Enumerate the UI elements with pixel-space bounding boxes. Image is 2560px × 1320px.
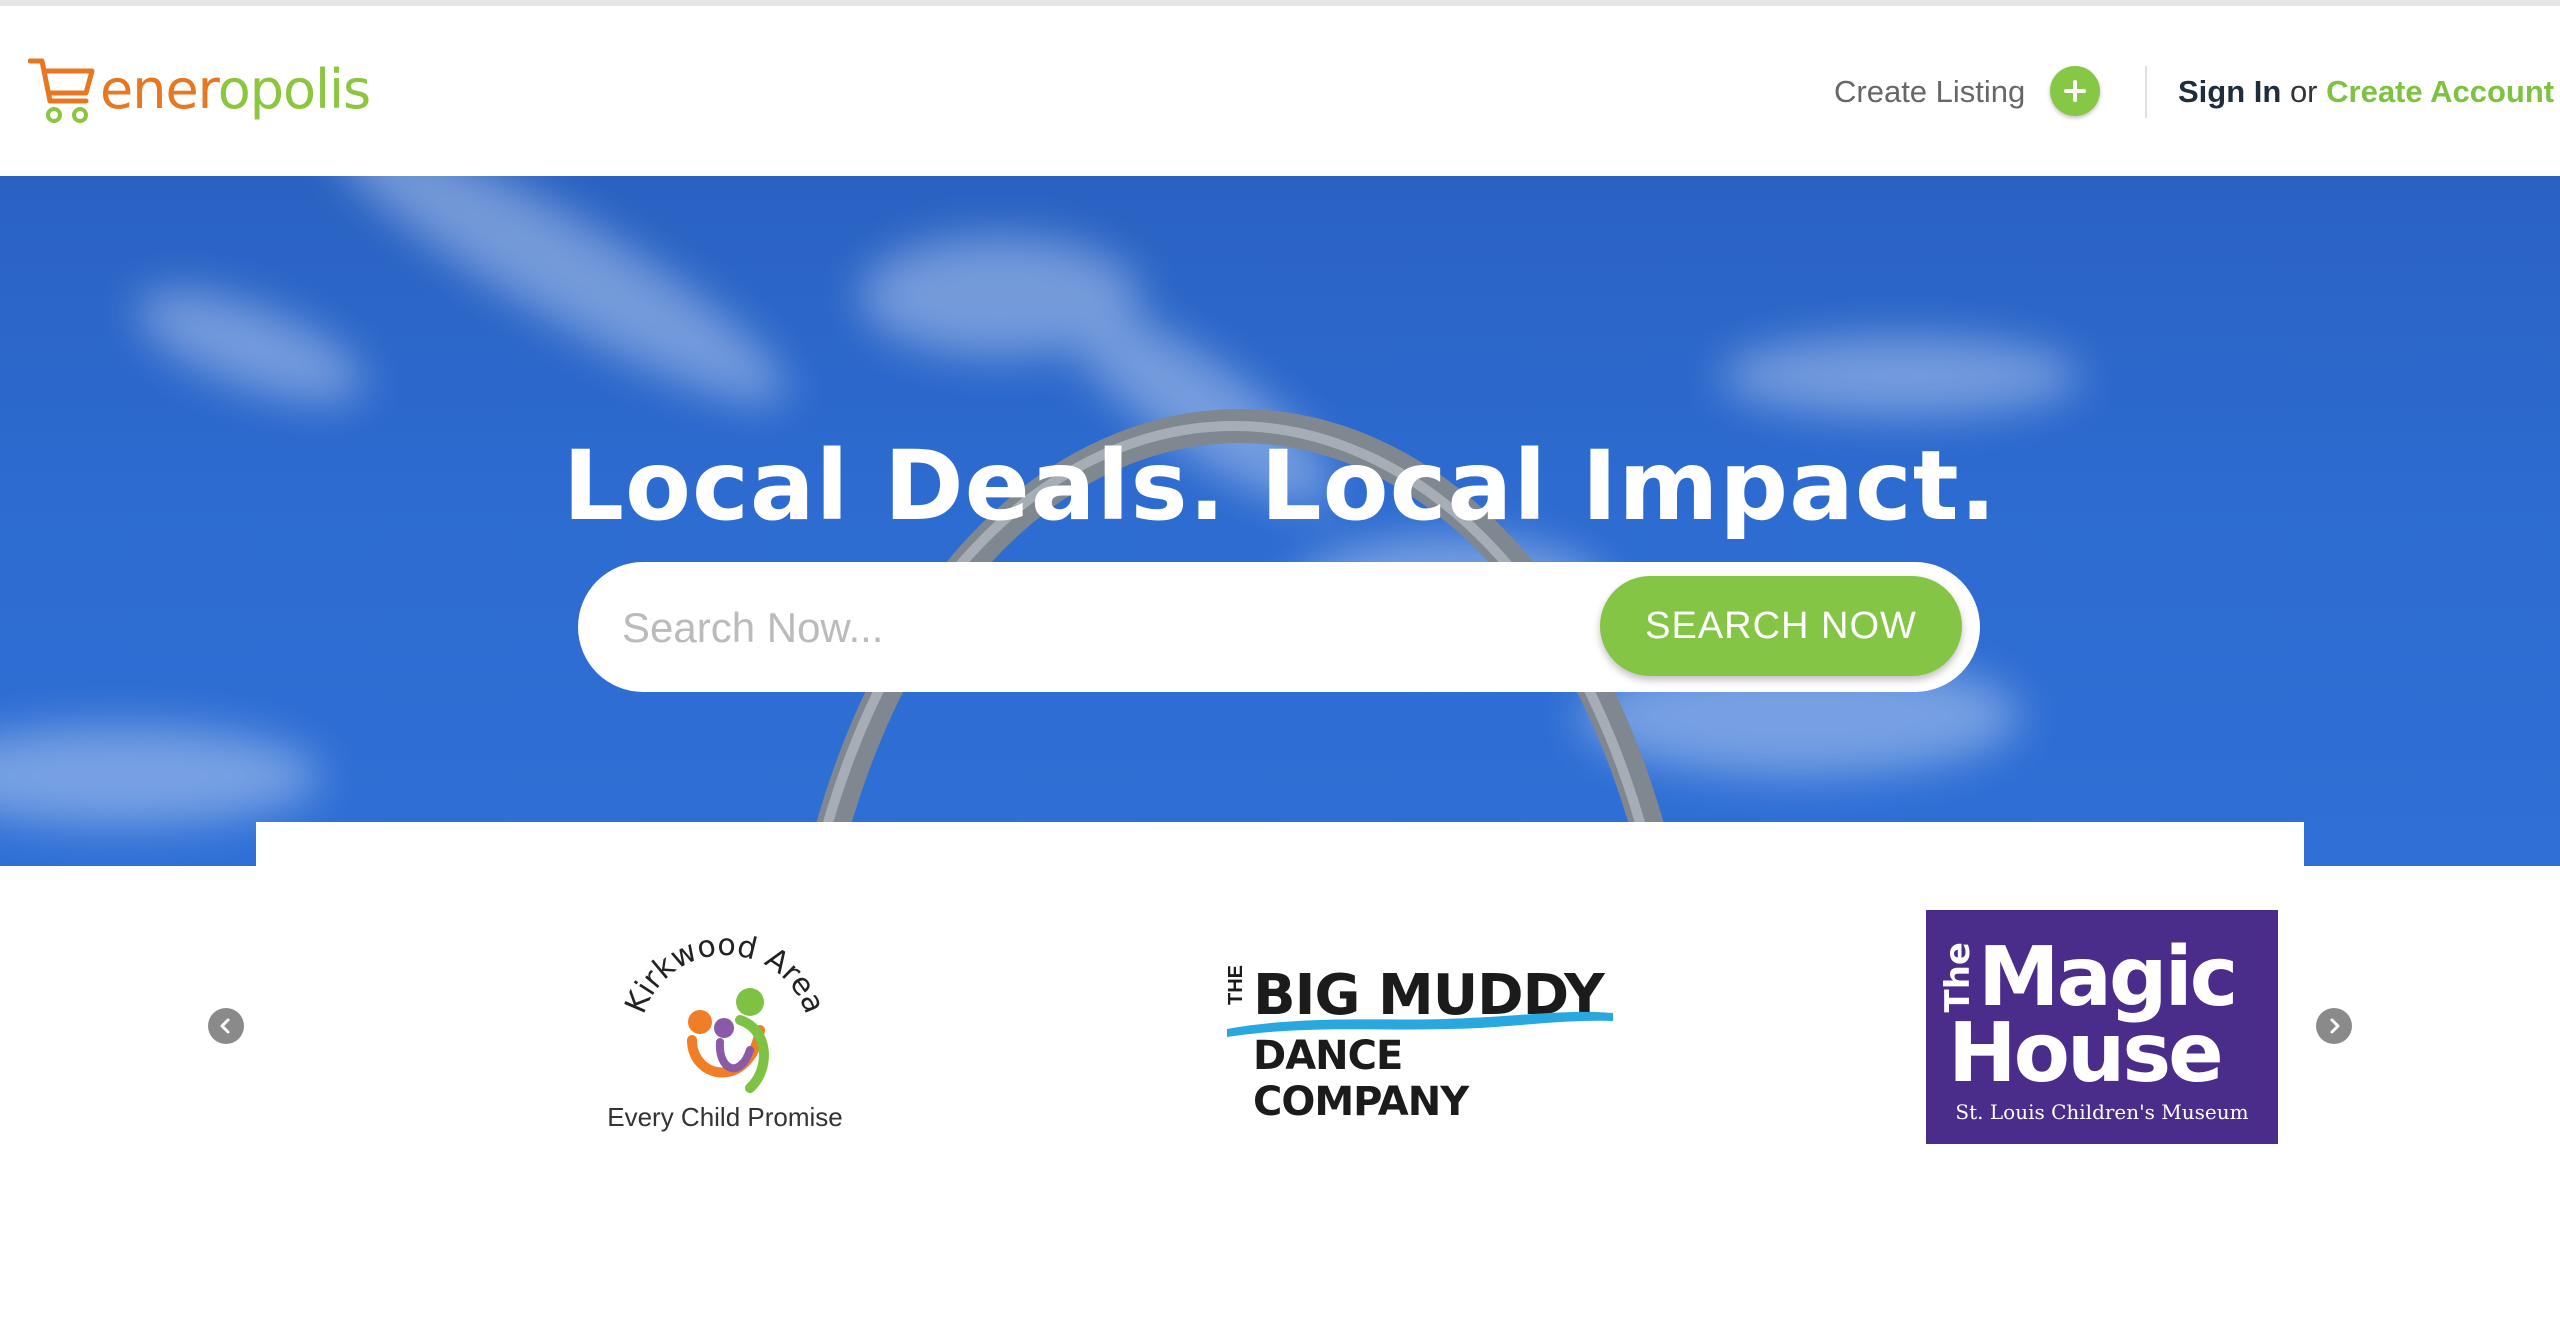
sign-in-link[interactable]: Sign In (2178, 74, 2281, 109)
logo-suffix: opolis (217, 57, 371, 121)
auth-links: Sign In or Create Account (2178, 74, 2554, 110)
search-bar: SEARCH NOW (578, 562, 1980, 692)
hero-headline: Local Deals. Local Impact. (562, 430, 1998, 542)
site-header: eneropolis Create Listing Sign In or Cre… (0, 6, 2560, 176)
search-input[interactable] (620, 592, 1544, 664)
carousel-next-button[interactable] (2316, 1008, 2352, 1044)
header-divider (2145, 66, 2147, 118)
chevron-left-icon (220, 1018, 230, 1034)
generopolis-logo[interactable]: eneropolis (28, 44, 371, 134)
logo-initial: ener (100, 57, 219, 121)
kirkwood-area-logo[interactable]: Kirkwood Area Every Child Promise (600, 928, 850, 1140)
create-listing-button[interactable] (2050, 66, 2100, 116)
hero-banner: Local Deals. Local Impact. SEARCH NOW (0, 176, 2560, 866)
magic-house-line2: House (1948, 1006, 2224, 1101)
svg-text:Kirkwood Area: Kirkwood Area (618, 930, 831, 1018)
search-now-button[interactable]: SEARCH NOW (1600, 576, 1962, 676)
magic-house-prefix: The (1938, 942, 1978, 1013)
plus-icon (2064, 80, 2086, 102)
kirkwood-name: Kirkwood Area (618, 928, 831, 1019)
or-text: or (2281, 74, 2327, 109)
magic-house-subtitle: St. Louis Children's Museum (1955, 1100, 2249, 1124)
big-muddy-dance-logo[interactable]: THE BIG MUDDY DANCE COMPANY (1225, 955, 1615, 1125)
create-account-link[interactable]: Create Account (2326, 74, 2554, 109)
big-muddy-subtitle: DANCE COMPANY (1253, 1033, 1469, 1125)
cart-icon (28, 58, 95, 123)
kirkwood-tagline: Every Child Promise (607, 1102, 843, 1132)
magic-house-logo[interactable]: The Magic House St. Louis Children's Mus… (1926, 910, 2278, 1144)
chevron-right-icon (2330, 1018, 2340, 1034)
carousel-prev-button[interactable] (208, 1008, 244, 1044)
create-listing-link[interactable]: Create Listing (1834, 74, 2025, 110)
kirkwood-emblem: Kirkwood Area (618, 928, 832, 1093)
logo-wordmark: eneropolis (100, 57, 371, 121)
